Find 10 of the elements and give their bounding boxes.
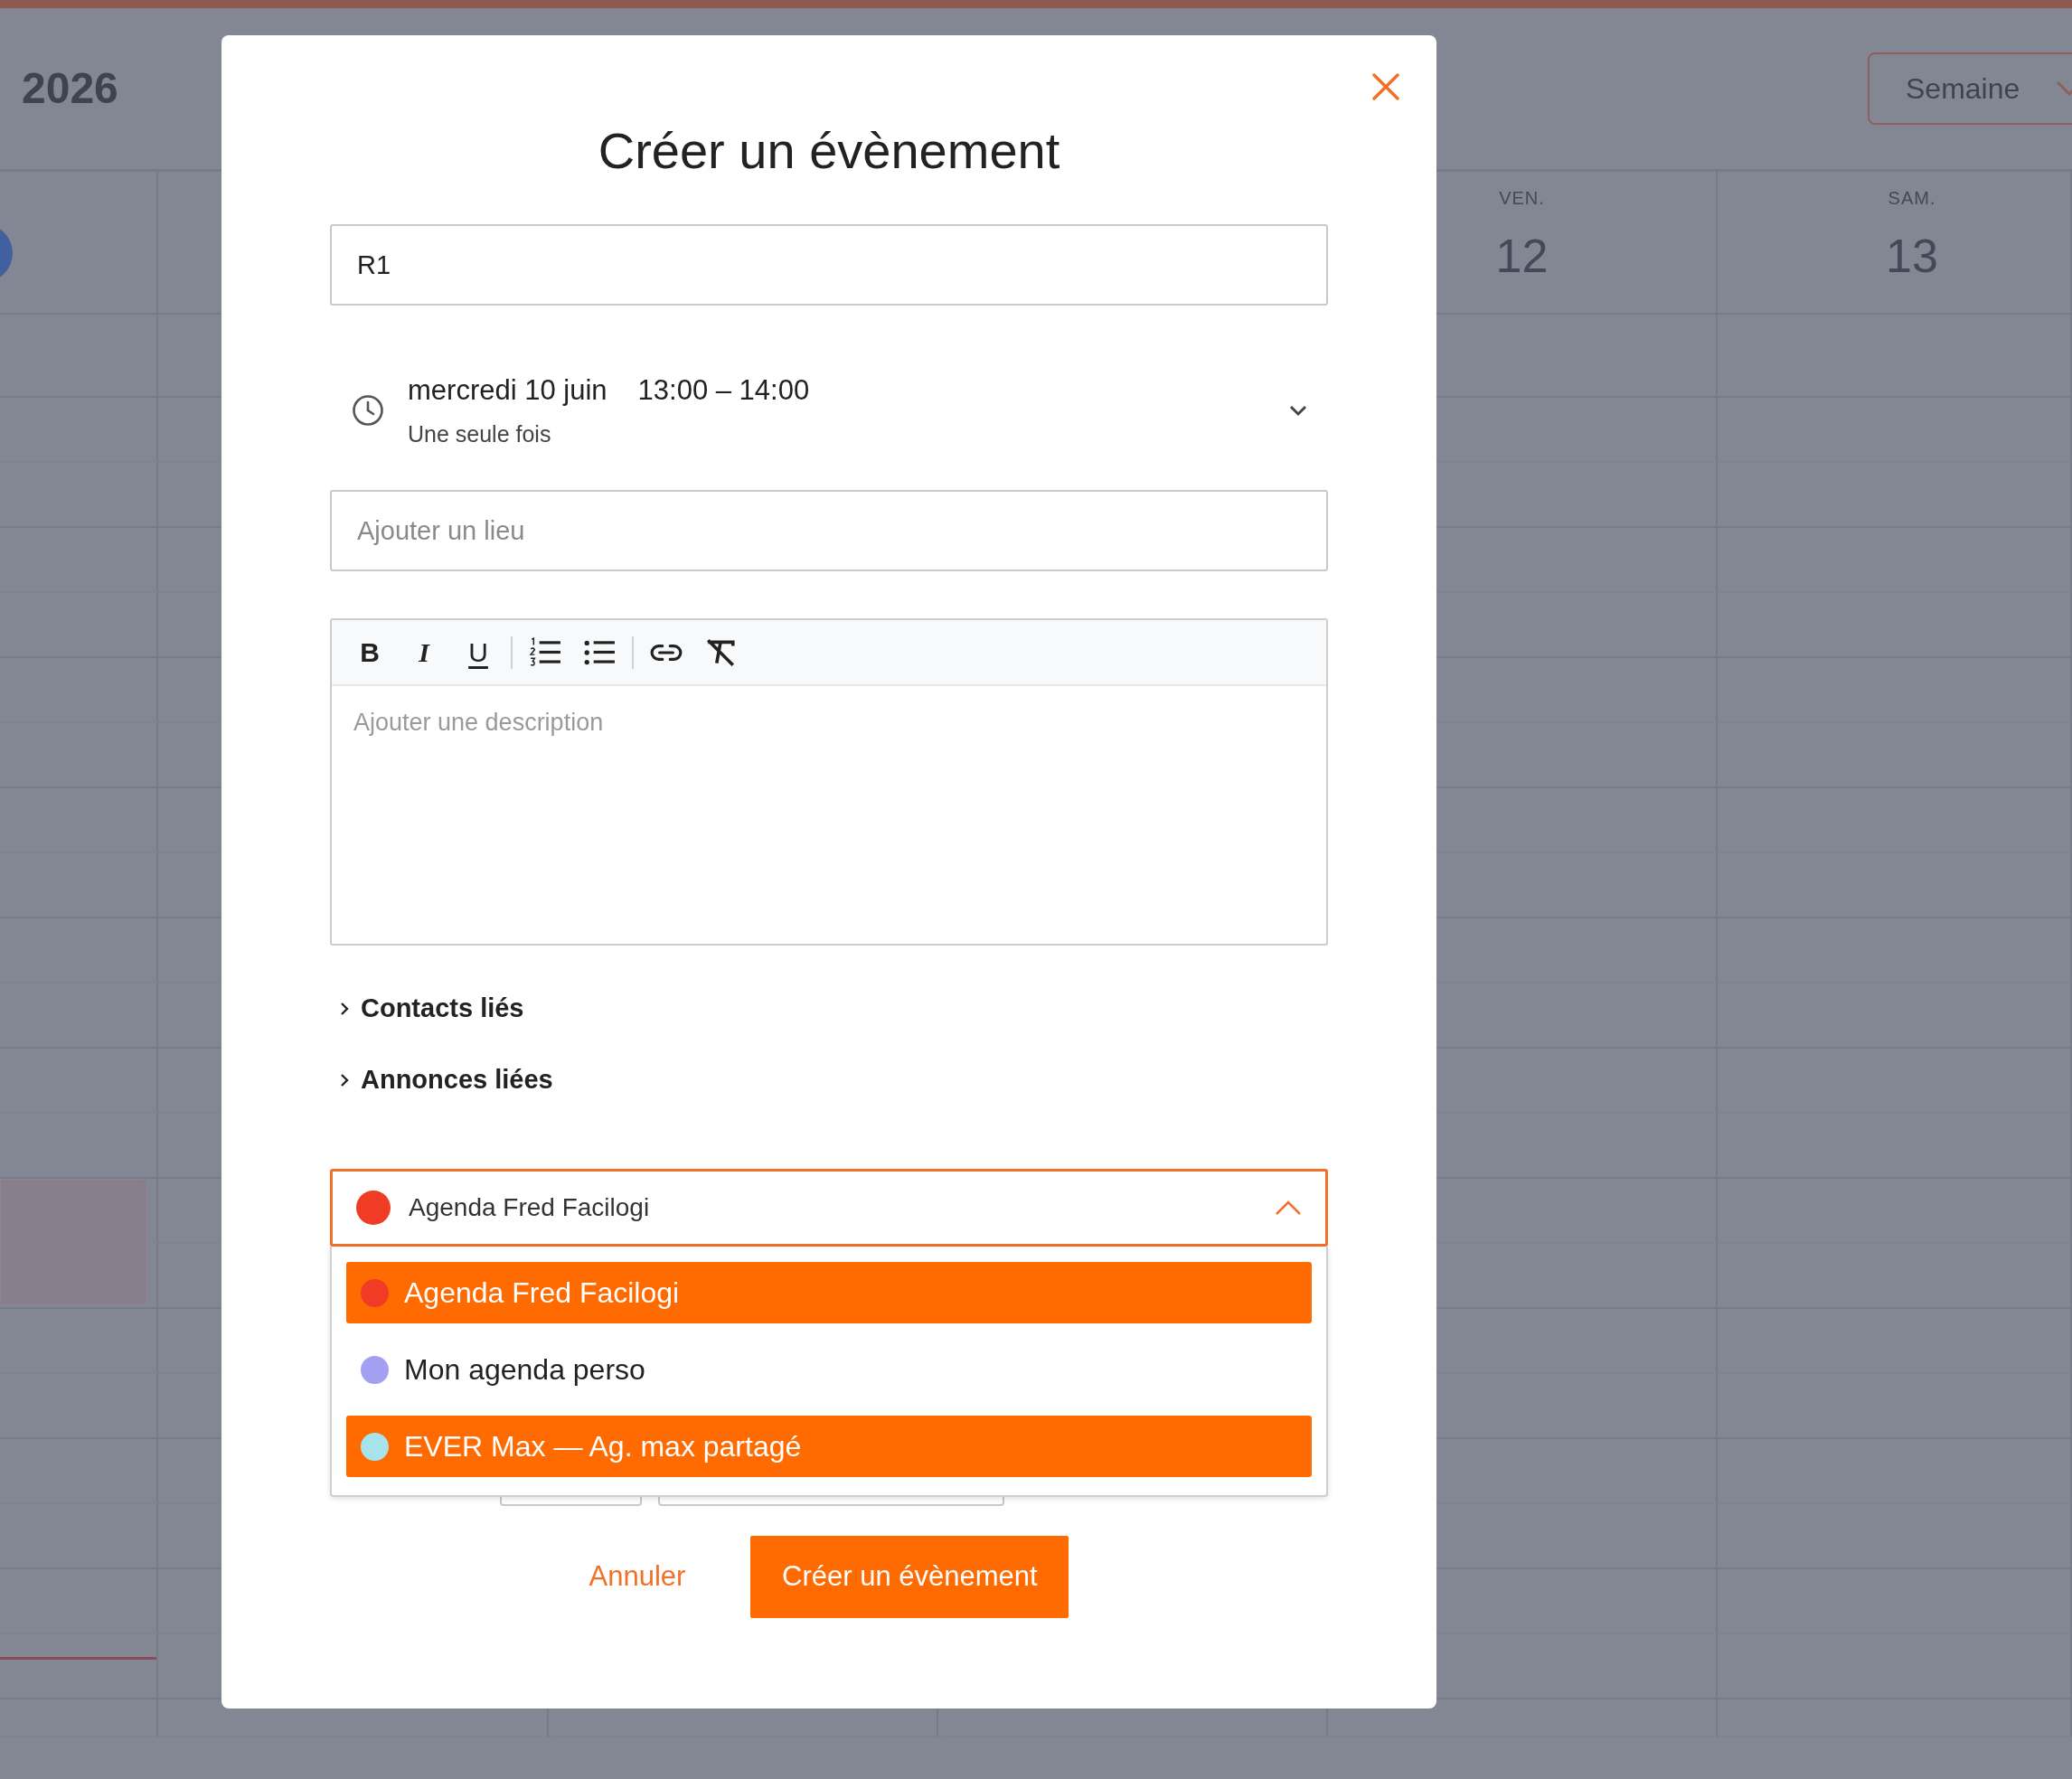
- day-number: 12: [1495, 229, 1549, 284]
- weekday-label: SAM.: [1888, 187, 1936, 210]
- weekday-label: VEN.: [1499, 187, 1545, 210]
- event-date: mercredi 10 juin: [408, 373, 607, 408]
- day-number: 13: [1886, 229, 1938, 284]
- description-placeholder: Ajouter une description: [353, 708, 605, 738]
- event-time: 13:00 – 14:00: [637, 373, 810, 408]
- recurrence-text: Une seule fois: [408, 419, 552, 448]
- calendar-title: 2026: [22, 63, 118, 114]
- dialog-title: Créer un évènement: [597, 121, 1061, 181]
